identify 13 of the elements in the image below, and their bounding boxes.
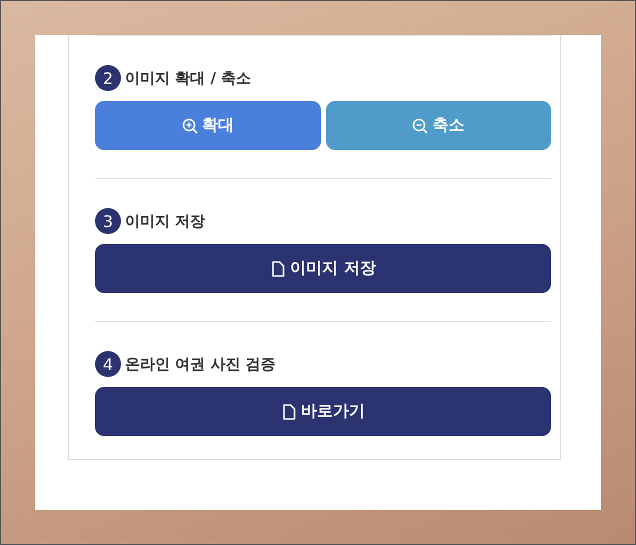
section-title: 이미지 확대 / 축소 [125, 68, 252, 88]
document-icon [281, 404, 297, 420]
action-button[interactable]: 확대 [95, 101, 320, 150]
section-title: 온라인 여권 사진 검증 [125, 354, 276, 374]
step-number-badge: 2 [95, 65, 121, 91]
action-button[interactable]: 이미지 저장 [95, 244, 551, 293]
zoom-out-icon [412, 118, 428, 134]
zoom-in-icon [182, 118, 198, 134]
document-icon [270, 260, 286, 276]
step-number-badge: 3 [95, 208, 121, 234]
action-button[interactable]: 바로가기 [95, 387, 551, 436]
step-number-badge: 4 [95, 351, 121, 377]
section-title: 이미지 저장 [125, 212, 206, 230]
